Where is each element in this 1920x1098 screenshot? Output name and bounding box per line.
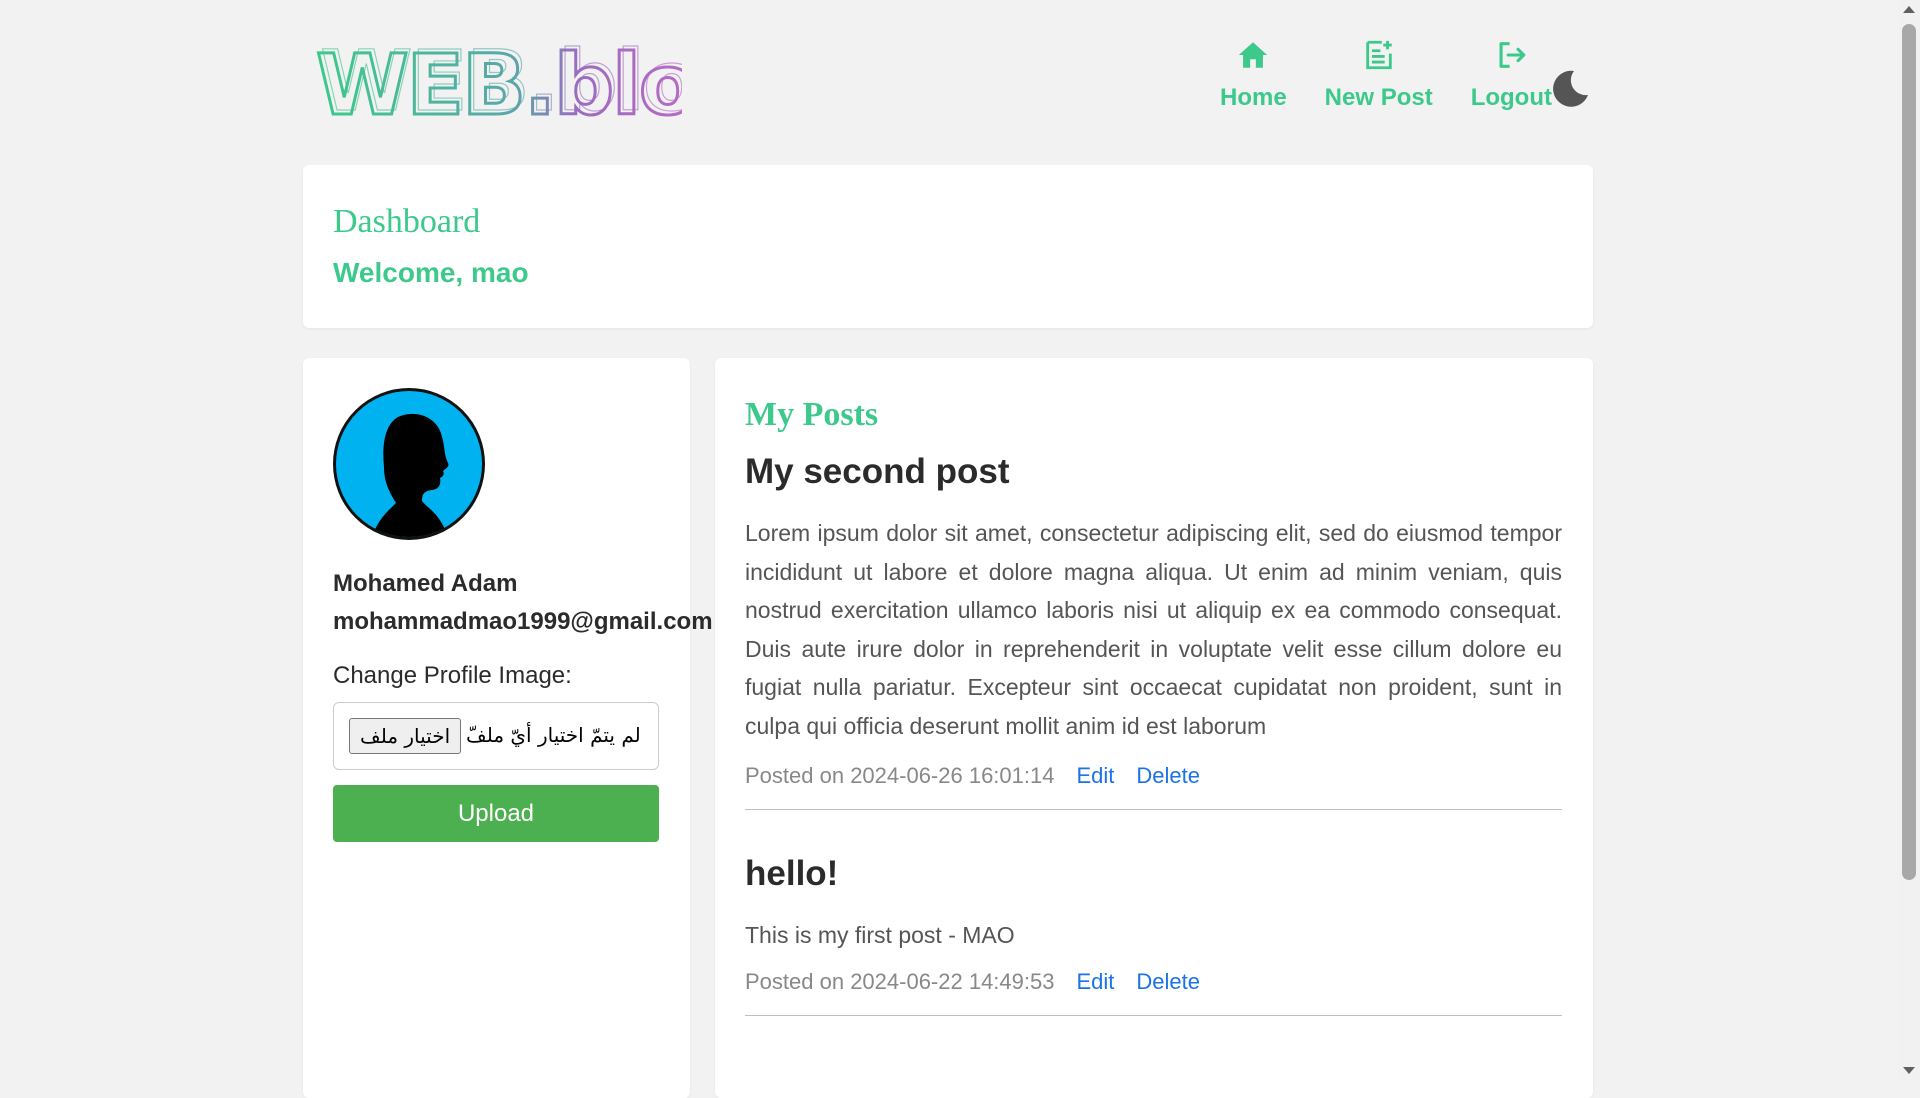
scroll-down-arrow-icon[interactable] [1903, 1067, 1915, 1074]
nav-logout[interactable]: Logout [1471, 38, 1552, 112]
moon-icon [1553, 70, 1588, 107]
edit-post-link[interactable]: Edit [1076, 763, 1114, 789]
upload-button[interactable]: Upload [333, 785, 659, 842]
edit-post-link[interactable]: Edit [1076, 969, 1114, 995]
nav-home-label: Home [1219, 84, 1287, 111]
post-meta: Posted on 2024-06-26 16:01:14 Edit Delet… [745, 763, 1562, 789]
my-posts-card: My Posts My second post Lorem ipsum dolo… [715, 358, 1593, 1098]
post-divider [745, 1014, 1562, 1016]
user-name: Mohamed Adam [333, 570, 518, 597]
profile-card: Mohamed Adam mohammadmao1999@gmail.com C… [303, 358, 713, 1098]
main-nav: Home New Post Logout [1182, 38, 1552, 112]
file-status-text: لم يتمّ اختيار أيّ ملفّ [466, 723, 641, 747]
person-silhouette-icon [372, 413, 449, 537]
logo-text-shadow: WEB.blog [320, 36, 682, 130]
logout-icon [1499, 42, 1526, 68]
dashboard-card: Dashboard Welcome, mao [303, 165, 1593, 328]
scroll-up-arrow-icon[interactable] [1903, 6, 1915, 13]
post-body: This is my first post - MAO [745, 922, 1015, 948]
post-meta: Posted on 2024-06-22 14:49:53 Edit Delet… [745, 969, 1562, 995]
post-item: hello! This is my first post - MAO Poste… [745, 854, 1562, 1016]
logo-graphic: WEB.blog WEB.blog [315, 31, 760, 135]
avatar [333, 388, 485, 540]
posts-section-title: My Posts [745, 396, 879, 433]
theme-toggle-button[interactable] [1550, 69, 1590, 109]
post-date: Posted on 2024-06-26 16:01:14 [745, 763, 1055, 788]
post-date: Posted on 2024-06-22 14:49:53 [745, 968, 1055, 994]
new-post-icon [1365, 40, 1392, 70]
nav-new-post-label: New Post [1324, 84, 1433, 111]
user-email: mohammadmao1999@gmail.com [333, 608, 713, 635]
page-title: Dashboard [333, 203, 481, 240]
choose-file-button[interactable]: اختيار ملف [349, 718, 462, 754]
delete-post-link[interactable]: Delete [1136, 969, 1200, 995]
profile-image-file-input[interactable]: اختيار ملف لم يتمّ اختيار أيّ ملفّ [333, 702, 659, 770]
nav-home[interactable]: Home [1220, 38, 1287, 112]
delete-post-link[interactable]: Delete [1136, 763, 1200, 789]
post-item: My second post Lorem ipsum dolor sit ame… [745, 452, 1562, 810]
post-title: hello! [745, 854, 839, 893]
nav-logout-label: Logout [1470, 84, 1552, 111]
page-scrollbar[interactable] [1898, 0, 1920, 1080]
post-divider [745, 809, 1562, 810]
change-profile-image-label: Change Profile Image: [333, 662, 572, 689]
site-logo[interactable]: WEB.blog WEB.blog [312, 31, 760, 135]
post-body: Lorem ipsum dolor sit amet, consectetur … [745, 520, 1562, 739]
nav-new-post[interactable]: New Post [1325, 38, 1433, 112]
scrollbar-thumb[interactable] [1902, 24, 1916, 880]
welcome-message: Welcome, mao [333, 257, 529, 288]
post-title: My second post [745, 452, 1010, 491]
home-icon [1239, 42, 1268, 68]
